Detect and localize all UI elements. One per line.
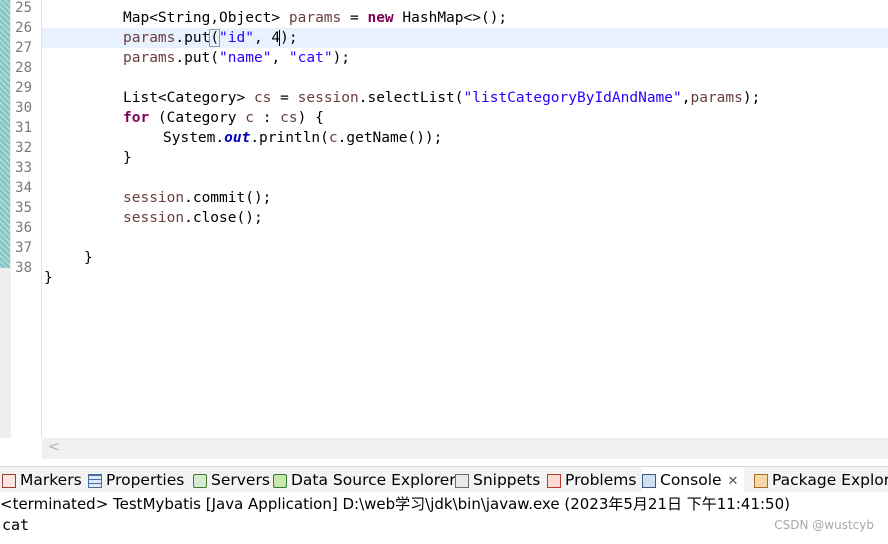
tab-problems[interactable]: Problems xyxy=(547,467,636,493)
watermark: CSDN @wustcyb xyxy=(774,518,874,532)
bottom-view-tabbar: Markers Properties Servers Data Source E… xyxy=(0,466,888,494)
code-token: = xyxy=(271,90,298,106)
code-token: "name" xyxy=(219,50,272,66)
code-token: session xyxy=(123,190,185,206)
horizontal-scrollbar[interactable]: < xyxy=(42,438,888,459)
code-token: (Category xyxy=(149,110,246,126)
line-number: 30 xyxy=(15,100,32,116)
tab-data-source-explorer[interactable]: Data Source Explorer xyxy=(273,467,456,493)
code-line[interactable]: session.commit(); xyxy=(123,188,271,208)
code-token: : xyxy=(253,110,281,126)
code-token: "listCategoryByIdAndName" xyxy=(463,90,682,106)
line-number: 35 xyxy=(15,200,32,216)
tab-properties[interactable]: Properties xyxy=(88,467,184,493)
code-line[interactable]: } xyxy=(84,248,93,268)
tab-snippets[interactable]: Snippets xyxy=(455,467,540,493)
code-token: c xyxy=(245,110,254,126)
code-token: .commit(); xyxy=(184,190,272,206)
line-number: 38 xyxy=(15,260,32,276)
tab-servers[interactable]: Servers xyxy=(193,467,270,493)
line-number: 32 xyxy=(15,140,32,156)
tab-label: Servers xyxy=(211,471,270,489)
tab-label: Package Explore xyxy=(772,471,888,489)
code-token: session xyxy=(297,90,359,106)
line-number: 36 xyxy=(15,220,32,236)
code-token: .getName()); xyxy=(337,130,443,146)
code-token: "id" xyxy=(219,30,254,46)
code-line[interactable]: session.close(); xyxy=(123,208,263,228)
code-token: .selectList( xyxy=(358,90,464,106)
code-token: .println( xyxy=(250,130,329,146)
code-editor[interactable]: 25 26 27 28 29 30 31 32 33 34 35 36 37 3… xyxy=(0,0,888,438)
code-token: cs xyxy=(280,110,298,126)
tab-label: Problems xyxy=(565,471,637,489)
code-token: = xyxy=(341,10,368,26)
line-number: 34 xyxy=(15,180,32,196)
code-token: cs xyxy=(253,90,272,106)
code-line[interactable]: } xyxy=(44,268,53,288)
code-line[interactable]: } xyxy=(123,148,132,168)
code-token: session xyxy=(123,210,185,226)
console-output[interactable]: cat xyxy=(2,514,29,536)
data-source-icon xyxy=(273,473,287,488)
code-token: ); xyxy=(332,50,351,66)
snippets-icon xyxy=(455,473,469,488)
markers-icon xyxy=(2,473,16,488)
tab-label: Properties xyxy=(106,471,185,489)
package-icon xyxy=(754,473,768,488)
code-token: params xyxy=(123,50,176,66)
tab-label: Markers xyxy=(20,471,82,489)
tab-label: Data Source Explorer xyxy=(291,471,456,489)
line-number: 27 xyxy=(15,40,32,56)
code-token: List<Category> xyxy=(123,90,254,106)
tab-console[interactable]: Console ✕ xyxy=(642,467,745,493)
tab-markers[interactable]: Markers xyxy=(2,467,82,493)
code-token: Map<String,Object> xyxy=(123,10,289,26)
tab-label: Snippets xyxy=(473,471,541,489)
code-token: ); xyxy=(742,90,761,106)
code-token: params xyxy=(288,10,342,26)
code-token: System. xyxy=(163,130,225,146)
close-icon[interactable]: ✕ xyxy=(728,474,739,489)
quick-diff-change-bar xyxy=(0,0,10,268)
code-token: .close(); xyxy=(184,210,263,226)
code-token: c xyxy=(328,130,338,146)
code-line[interactable]: params.put("name", "cat"); xyxy=(123,48,350,68)
line-number: 26 xyxy=(15,20,32,36)
properties-icon xyxy=(88,473,102,488)
tab-package-explorer[interactable]: Package Explore xyxy=(754,467,888,493)
scroll-left-arrow-icon[interactable]: < xyxy=(48,439,60,455)
tab-label: Console xyxy=(660,471,722,489)
line-number: 31 xyxy=(15,120,32,136)
console-status-line: <terminated> TestMybatis [Java Applicati… xyxy=(0,492,888,516)
code-token: .put xyxy=(175,30,211,46)
line-number: 25 xyxy=(15,0,32,16)
line-number: 28 xyxy=(15,60,32,76)
line-number: 37 xyxy=(15,240,32,256)
matching-bracket: ( xyxy=(209,29,221,47)
servers-icon xyxy=(193,473,207,488)
code-token: out xyxy=(224,130,251,146)
code-token: params xyxy=(123,30,176,46)
problems-icon xyxy=(547,473,561,488)
code-line[interactable]: params.put("id", 4); xyxy=(123,28,298,48)
line-number: 29 xyxy=(15,80,32,96)
console-icon xyxy=(642,473,656,488)
code-line[interactable]: Map<String,Object> params = new HashMap<… xyxy=(123,8,507,28)
code-token: ) { xyxy=(297,110,324,126)
code-token: , 4 xyxy=(253,30,281,46)
code-token: for xyxy=(123,110,150,126)
code-token: "cat" xyxy=(288,50,333,66)
code-token: ); xyxy=(280,30,298,46)
code-line[interactable]: System.out.println(c.getName()); xyxy=(163,128,442,148)
line-number: 33 xyxy=(15,160,32,176)
code-token: new xyxy=(367,10,394,26)
code-token: params xyxy=(690,90,743,106)
code-token: , xyxy=(271,50,289,66)
code-line[interactable]: List<Category> cs = session.selectList("… xyxy=(123,88,760,108)
code-line[interactable]: for (Category c : cs) { xyxy=(123,108,324,128)
code-token: .put( xyxy=(175,50,220,66)
code-token: HashMap<>(); xyxy=(393,10,508,26)
